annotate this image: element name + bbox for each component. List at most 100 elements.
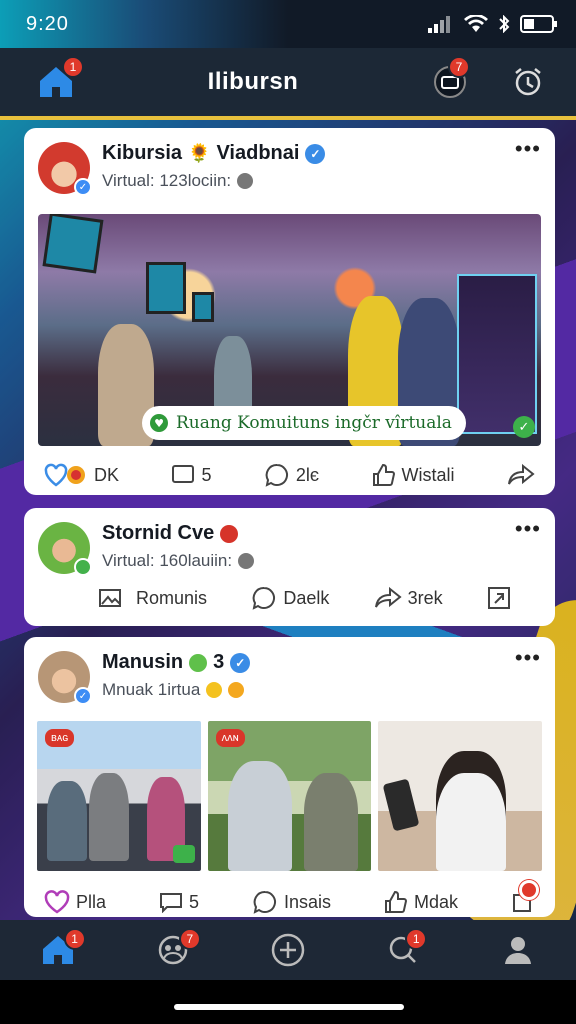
photo-tag: ᴧᴧɴ: [215, 729, 245, 747]
status-time: 9:20: [26, 12, 69, 35]
settings-button[interactable]: [506, 60, 550, 104]
like-button[interactable]: Wistali: [372, 463, 455, 487]
post-author-extra: 3: [213, 651, 225, 673]
verified-badge-icon: ✓: [230, 652, 251, 673]
nav-profile[interactable]: [496, 928, 540, 972]
chat-bubble-icon: [265, 463, 288, 487]
profile-icon: [505, 937, 532, 964]
forward-icon: [487, 587, 510, 609]
comment-count: 5: [188, 891, 199, 912]
nav-community[interactable]: 7: [151, 928, 201, 972]
sun-emoji-icon: 🌻: [188, 143, 211, 163]
nav-home[interactable]: 1: [36, 928, 86, 972]
nav-search-badge: 1: [405, 928, 428, 950]
community-button[interactable]: Romunis: [98, 587, 207, 609]
alarm-clock-icon: [515, 68, 541, 96]
wifi-icon: [464, 15, 488, 32]
reply-label: 2lє: [295, 464, 320, 485]
reply-button[interactable]: Daelk: [251, 585, 329, 611]
bottom-navigation: 1 7 1: [0, 920, 576, 980]
post-card: ✓ Manusin 3 ✓ Mnuak 1irtua ••• ʙᴀɢ ᴧᴧɴ P…: [24, 637, 555, 917]
post-subtitle: Virtual: 160lauiin:: [102, 551, 233, 570]
gesture-bar: [0, 980, 576, 1024]
app-title: Ilibursn: [207, 68, 299, 95]
avatar[interactable]: ✓: [38, 142, 92, 196]
like-label: Wistali: [401, 464, 455, 485]
reply-label: Insais: [283, 891, 331, 912]
privacy-icon: [238, 553, 255, 569]
photo-tag: ʙᴀɢ: [45, 729, 75, 747]
post-author-extra: Viadbnai: [216, 142, 300, 164]
reply-label: Daelk: [283, 587, 330, 608]
reaction-label: DK: [94, 464, 120, 485]
post-card: Stornid Cve Virtual: 160lauiin: ••• Romu…: [24, 508, 555, 626]
avatar[interactable]: ✓: [38, 651, 92, 705]
green-circle-icon: [189, 653, 208, 672]
post-photo[interactable]: [378, 721, 543, 871]
verified-dot-icon: ✓: [74, 687, 92, 705]
verified-dot-icon: ✓: [74, 178, 92, 196]
add-circle-icon: [271, 933, 305, 967]
more-options-icon[interactable]: •••: [515, 645, 541, 671]
heart-icon: [44, 890, 70, 914]
location-tag-text: Ruang Komuituns ingčr vîrtuala: [176, 413, 452, 433]
reaction-button[interactable]: Plla: [44, 890, 106, 914]
reply-button[interactable]: 2lє: [264, 462, 319, 488]
app-header: 1 Ilibursn 7: [0, 48, 576, 120]
like-label: Mdak: [413, 891, 458, 912]
nav-community-badge: 7: [178, 928, 201, 950]
thumbs-up-icon: [372, 463, 395, 486]
comment-button[interactable]: 5: [171, 464, 211, 486]
share-button[interactable]: 3rek: [374, 586, 443, 610]
comment-count: 5: [201, 464, 212, 485]
post-subtitle: Mnuak 1irtua: [102, 680, 201, 699]
home-button[interactable]: 1: [34, 56, 84, 104]
nav-home-badge: 1: [63, 928, 86, 950]
avatar[interactable]: [38, 522, 92, 576]
verified-badge-icon: ✓: [305, 143, 326, 164]
heart-reaction-icon: [44, 463, 85, 487]
more-options-icon[interactable]: •••: [515, 136, 541, 162]
thumbs-up-icon: [384, 890, 407, 913]
notifications-badge: 7: [447, 56, 470, 78]
laugh-emoji-icon: [228, 682, 245, 698]
comment-icon: [172, 465, 195, 483]
post-author[interactable]: Kibursia: [102, 142, 182, 165]
home-badge: 1: [62, 56, 84, 78]
bluetooth-icon: [499, 15, 510, 33]
share-button[interactable]: [507, 463, 535, 487]
location-tag[interactable]: ♥ Ruang Komuituns ingčr vîrtuala: [142, 406, 466, 440]
messages-button[interactable]: 7: [428, 56, 472, 104]
post-photo[interactable]: ʙᴀɢ: [37, 721, 201, 871]
privacy-icon: [237, 173, 254, 189]
more-options-icon[interactable]: •••: [515, 516, 541, 542]
share-label: 3rek: [407, 587, 443, 608]
post-photo[interactable]: ♥ Ruang Komuituns ingčr vîrtuala ✓: [38, 214, 541, 446]
record-dot-icon: [518, 880, 539, 900]
forward-button[interactable]: [487, 586, 511, 610]
home-indicator[interactable]: [174, 1004, 404, 1010]
post-photo[interactable]: ᴧᴧɴ: [207, 721, 372, 871]
devil-emoji-icon: [220, 524, 239, 543]
check-icon: ✓: [513, 416, 535, 438]
nav-create[interactable]: [266, 928, 310, 972]
save-button[interactable]: [511, 880, 539, 914]
post-author[interactable]: Stornid Cve: [102, 522, 214, 545]
signal-icon: [428, 16, 450, 33]
nav-search[interactable]: 1: [381, 928, 428, 972]
share-arrow-icon: [374, 586, 402, 608]
like-button[interactable]: Mdak: [384, 890, 458, 914]
share-arrow-icon: [507, 463, 535, 485]
post-card: ✓ Kibursia 🌻 Viadbnai ✓ Virtual: 123loci…: [24, 128, 555, 495]
battery-icon: [520, 15, 557, 33]
image-icon: [99, 589, 121, 607]
comment-button[interactable]: 5: [159, 891, 199, 913]
chat-bubble-icon: [253, 890, 276, 914]
reply-button[interactable]: Insais: [252, 889, 331, 915]
post-subtitle: Virtual: 123lociin:: [102, 171, 232, 190]
smile-emoji-icon: [206, 682, 223, 698]
online-dot-icon: [74, 558, 92, 576]
comment-icon: [159, 893, 182, 913]
post-author[interactable]: Manusin: [102, 651, 183, 674]
reaction-button[interactable]: DK: [44, 463, 119, 487]
